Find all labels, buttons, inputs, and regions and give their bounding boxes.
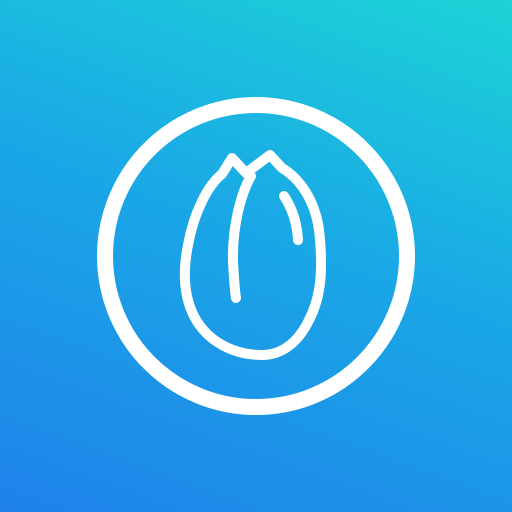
- ring-icon: [97, 97, 415, 415]
- seed-shell-icon: [179, 150, 327, 360]
- seed-highlight-icon: [279, 191, 303, 245]
- app-icon: [0, 0, 512, 512]
- seed-in-circle-icon: [97, 97, 415, 415]
- seed-inner-edge-icon: [227, 171, 256, 303]
